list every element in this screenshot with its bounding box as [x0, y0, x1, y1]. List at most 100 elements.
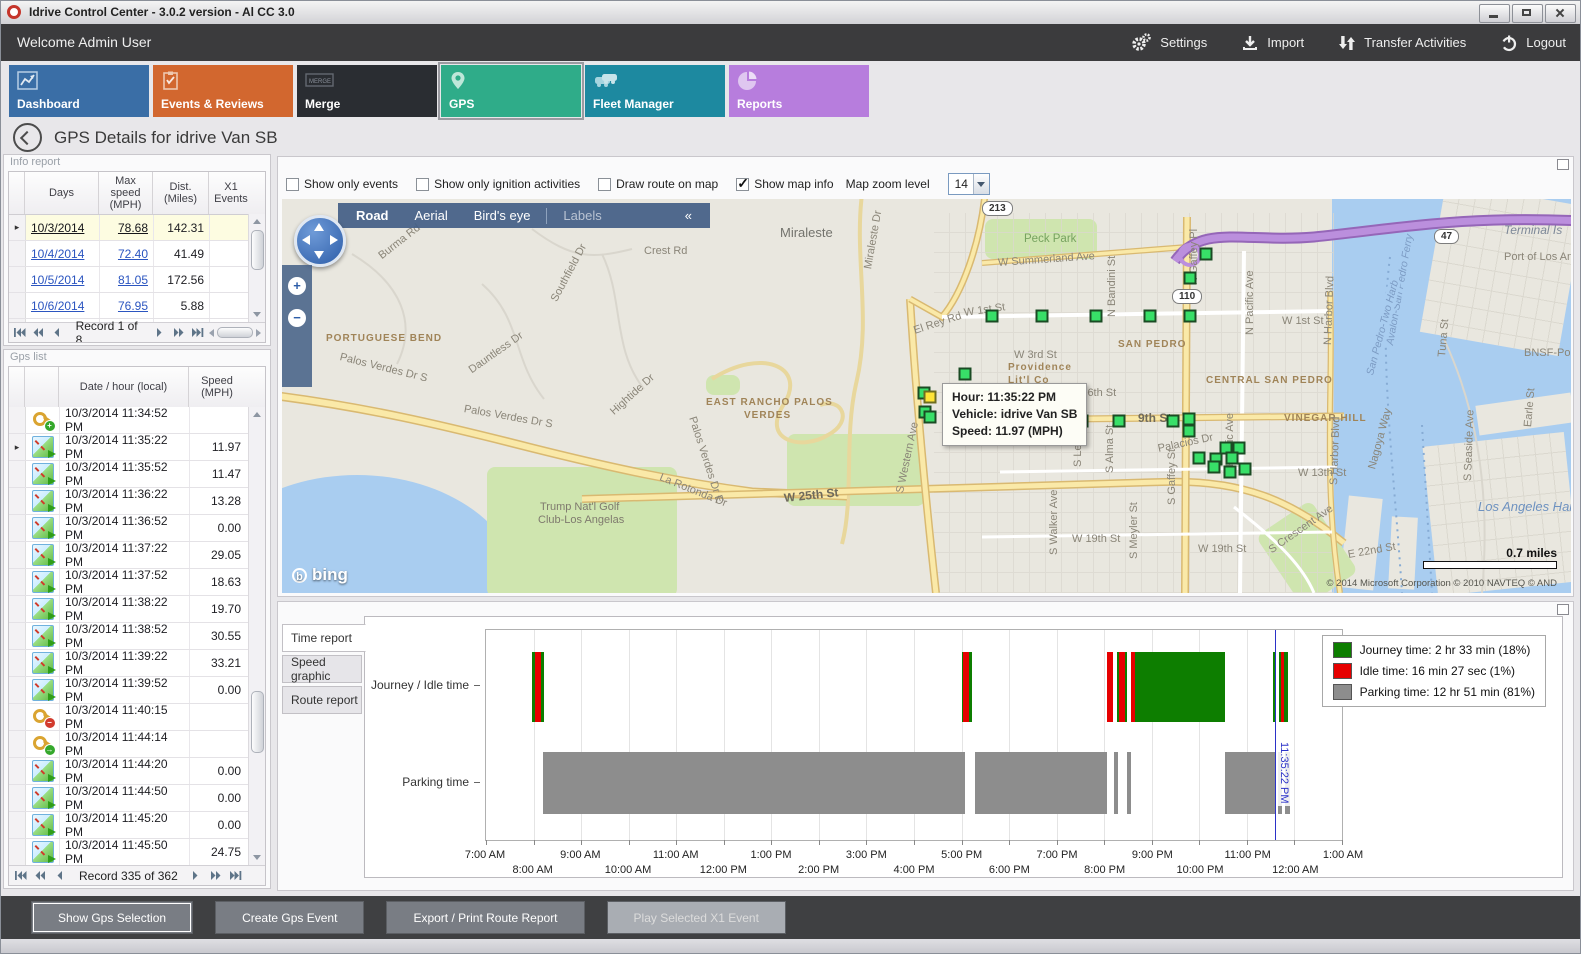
checkbox-show-only-ignition-activities[interactable]: Show only ignition activities — [416, 177, 580, 191]
gps-list-row[interactable]: 10/3/2014 11:44:50 PM0.00 — [9, 785, 249, 812]
max-speed-link[interactable]: 76.95 — [100, 293, 154, 318]
pager-next-button[interactable] — [152, 326, 167, 340]
max-speed-link[interactable]: 81.05 — [100, 267, 154, 292]
gps-marker[interactable] — [1239, 463, 1252, 476]
gps-list-row[interactable]: 10/3/2014 11:36:52 PM0.00 — [9, 515, 249, 542]
day-link[interactable]: 10/3/2014 — [26, 215, 100, 240]
gps-list-row[interactable]: 10/3/2014 11:37:22 PM29.05 — [9, 542, 249, 569]
zoom-out-icon[interactable]: − — [288, 309, 306, 327]
header-action-settings[interactable]: Settings — [1130, 33, 1207, 53]
gps-list-row[interactable]: 10/3/2014 11:44:20 PM0.00 — [9, 758, 249, 785]
col-x1-events[interactable]: X1 Events — [209, 172, 253, 214]
maximize-button[interactable] — [1512, 4, 1543, 23]
nav-tile-events[interactable]: Events & Reviews — [153, 65, 293, 117]
gps-list-row[interactable]: 10/3/2014 11:45:20 PM0.00 — [9, 812, 249, 839]
gps-marker[interactable] — [1183, 425, 1196, 438]
gps-list-row[interactable]: 10/3/2014 11:39:52 PM0.00 — [9, 677, 249, 704]
col-dist[interactable]: Dist. (Miles) — [153, 172, 209, 214]
gps-list-row[interactable]: →10/3/2014 11:44:14 PM — [9, 731, 249, 758]
gps-marker[interactable] — [1113, 415, 1126, 428]
map-style-birds-eye[interactable]: Bird's eye — [474, 208, 531, 223]
map-style-aerial[interactable]: Aerial — [415, 208, 448, 223]
day-link[interactable]: 10/6/2014 — [26, 293, 100, 318]
gps-list-row[interactable]: −10/3/2014 11:40:15 PM — [9, 704, 249, 731]
gps-marker[interactable] — [1090, 310, 1103, 323]
create-gps-event-button[interactable]: Create Gps Event — [215, 901, 364, 934]
pager-prev-button[interactable] — [53, 869, 69, 883]
day-link[interactable]: 10/5/2014 — [26, 267, 100, 292]
col-max-speed[interactable]: Max speed (MPH) — [99, 172, 153, 214]
header-action-import[interactable]: Import — [1241, 34, 1304, 52]
gps-marker[interactable] — [1144, 310, 1157, 323]
checkbox-show-map-info[interactable]: Show map info — [736, 177, 833, 191]
max-speed-link[interactable]: 78.68 — [100, 215, 154, 240]
gps-marker[interactable] — [1224, 466, 1237, 479]
day-link[interactable]: 10/4/2014 — [26, 241, 100, 266]
nav-tile-gps[interactable]: GPS — [441, 65, 581, 117]
map-bar-collapse-icon[interactable]: « — [685, 208, 692, 223]
pager-first-button[interactable] — [13, 869, 29, 883]
checkbox-box[interactable] — [416, 178, 429, 191]
map-viewport[interactable]: MiralesteCrest RdBurma RdSouthfield DrMi… — [282, 199, 1571, 593]
gps-list-row[interactable]: ▸10/3/2014 11:35:22 PM11.97 — [9, 434, 249, 461]
pager-prev-button[interactable] — [51, 326, 66, 340]
tab-speed-graphic[interactable]: Speed graphic — [282, 655, 362, 683]
gps-list-row[interactable]: 10/3/2014 11:38:22 PM19.70 — [9, 596, 249, 623]
info-report-row[interactable]: 10/5/201481.05172.56 — [9, 267, 265, 293]
gps-marker[interactable] — [1208, 461, 1221, 474]
nav-tile-fleet[interactable]: Fleet Manager — [585, 65, 725, 117]
gps-list-row[interactable]: 10/3/2014 11:35:52 PM11.47 — [9, 461, 249, 488]
header-action-transfer[interactable]: Transfer Activities — [1338, 34, 1466, 52]
gps-marker[interactable] — [1036, 310, 1049, 323]
time-cursor-line[interactable] — [1275, 630, 1276, 840]
info-report-row[interactable]: ▸10/3/201478.68142.31 — [9, 215, 265, 241]
gps-list-row[interactable]: +10/3/2014 11:34:52 PM — [9, 407, 249, 434]
header-action-logout[interactable]: Logout — [1500, 34, 1566, 52]
gps-list-row[interactable]: 10/3/2014 11:39:22 PM33.21 — [9, 650, 249, 677]
gps-marker[interactable] — [1200, 248, 1213, 261]
checkbox-box[interactable] — [736, 178, 749, 191]
pager-horizontal-scrollbar[interactable] — [209, 327, 261, 338]
checkbox-draw-route-on-map[interactable]: Draw route on map — [598, 177, 718, 191]
map-style-road[interactable]: Road — [356, 208, 389, 223]
close-button[interactable] — [1545, 4, 1576, 23]
col-date-hour[interactable]: Date / hour (local) — [59, 367, 189, 407]
nav-tile-reports[interactable]: Reports — [729, 65, 869, 117]
checkbox-box[interactable] — [598, 178, 611, 191]
map-panel-maximize-icon[interactable] — [1557, 159, 1569, 170]
pager-fast-prev-button[interactable] — [33, 869, 49, 883]
nav-tile-dashboard[interactable]: Dashboard — [9, 65, 149, 117]
gps-marker[interactable] — [1184, 272, 1197, 285]
minimize-button[interactable] — [1479, 4, 1510, 23]
pager-first-button[interactable] — [13, 326, 28, 340]
zoom-in-icon[interactable]: + — [288, 277, 306, 295]
map-pan-compass[interactable] — [294, 215, 346, 267]
pager-fast-next-button[interactable] — [208, 869, 224, 883]
show-gps-selection-button[interactable]: Show Gps Selection — [31, 901, 193, 934]
pager-fast-next-button[interactable] — [171, 326, 186, 340]
tab-route-report[interactable]: Route report — [282, 686, 362, 714]
gps-marker[interactable] — [1226, 452, 1239, 465]
info-report-scrollbar[interactable] — [248, 214, 265, 322]
gps-list-scrollbar[interactable] — [248, 407, 265, 865]
gps-marker[interactable] — [1193, 452, 1206, 465]
pager-fast-prev-button[interactable] — [32, 326, 47, 340]
max-speed-link[interactable]: 72.40 — [100, 241, 154, 266]
map-style-labels[interactable]: Labels — [563, 208, 601, 223]
pager-last-button[interactable] — [228, 869, 244, 883]
gps-marker[interactable] — [1184, 310, 1197, 323]
gps-marker[interactable] — [959, 368, 972, 381]
gps-list-row[interactable]: 10/3/2014 11:45:50 PM24.75 — [9, 839, 249, 865]
back-button[interactable] — [13, 123, 42, 152]
nav-tile-merge[interactable]: MERGEMerge — [297, 65, 437, 117]
pager-last-button[interactable] — [190, 326, 205, 340]
map-zoom-level-select[interactable]: 14 — [948, 173, 990, 195]
gps-list-row[interactable]: 10/3/2014 11:36:22 PM13.28 — [9, 488, 249, 515]
gps-list-row[interactable]: 10/3/2014 11:38:52 PM30.55 — [9, 623, 249, 650]
info-report-row[interactable]: 10/6/201476.955.88 — [9, 293, 265, 319]
export--print-route-report-button[interactable]: Export / Print Route Report — [386, 901, 584, 934]
gps-marker[interactable] — [1167, 415, 1180, 428]
col-days[interactable]: Days — [25, 172, 99, 214]
gps-marker-selected[interactable] — [924, 391, 937, 404]
tab-time-report[interactable]: Time report — [282, 624, 366, 652]
